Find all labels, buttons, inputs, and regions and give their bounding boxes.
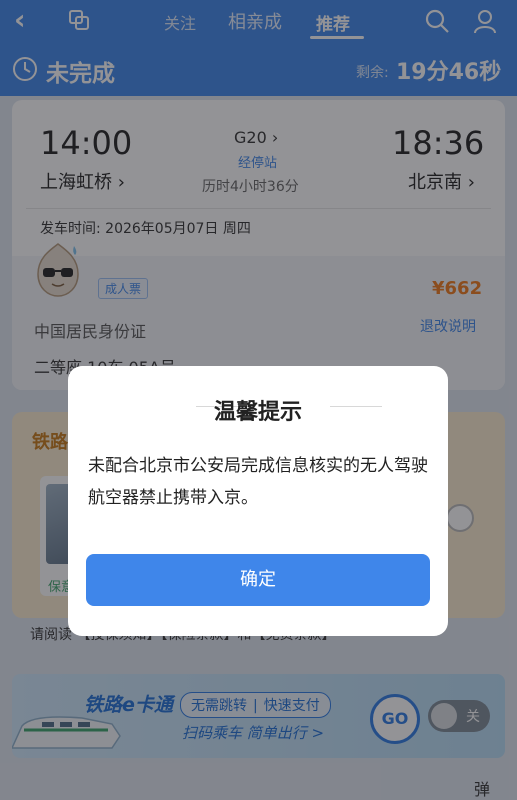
confirm-button[interactable]: 确定 (86, 554, 430, 606)
notice-dialog: 温馨提示 未配合北京市公安局完成信息核实的无人驾驶航空器禁止携带入京。 确定 (68, 366, 448, 636)
title-decor-right (330, 406, 382, 407)
dialog-title: 温馨提示 (213, 400, 302, 425)
dialog-message: 未配合北京市公安局完成信息核实的无人驾驶航空器禁止携带入京。 (88, 456, 428, 508)
